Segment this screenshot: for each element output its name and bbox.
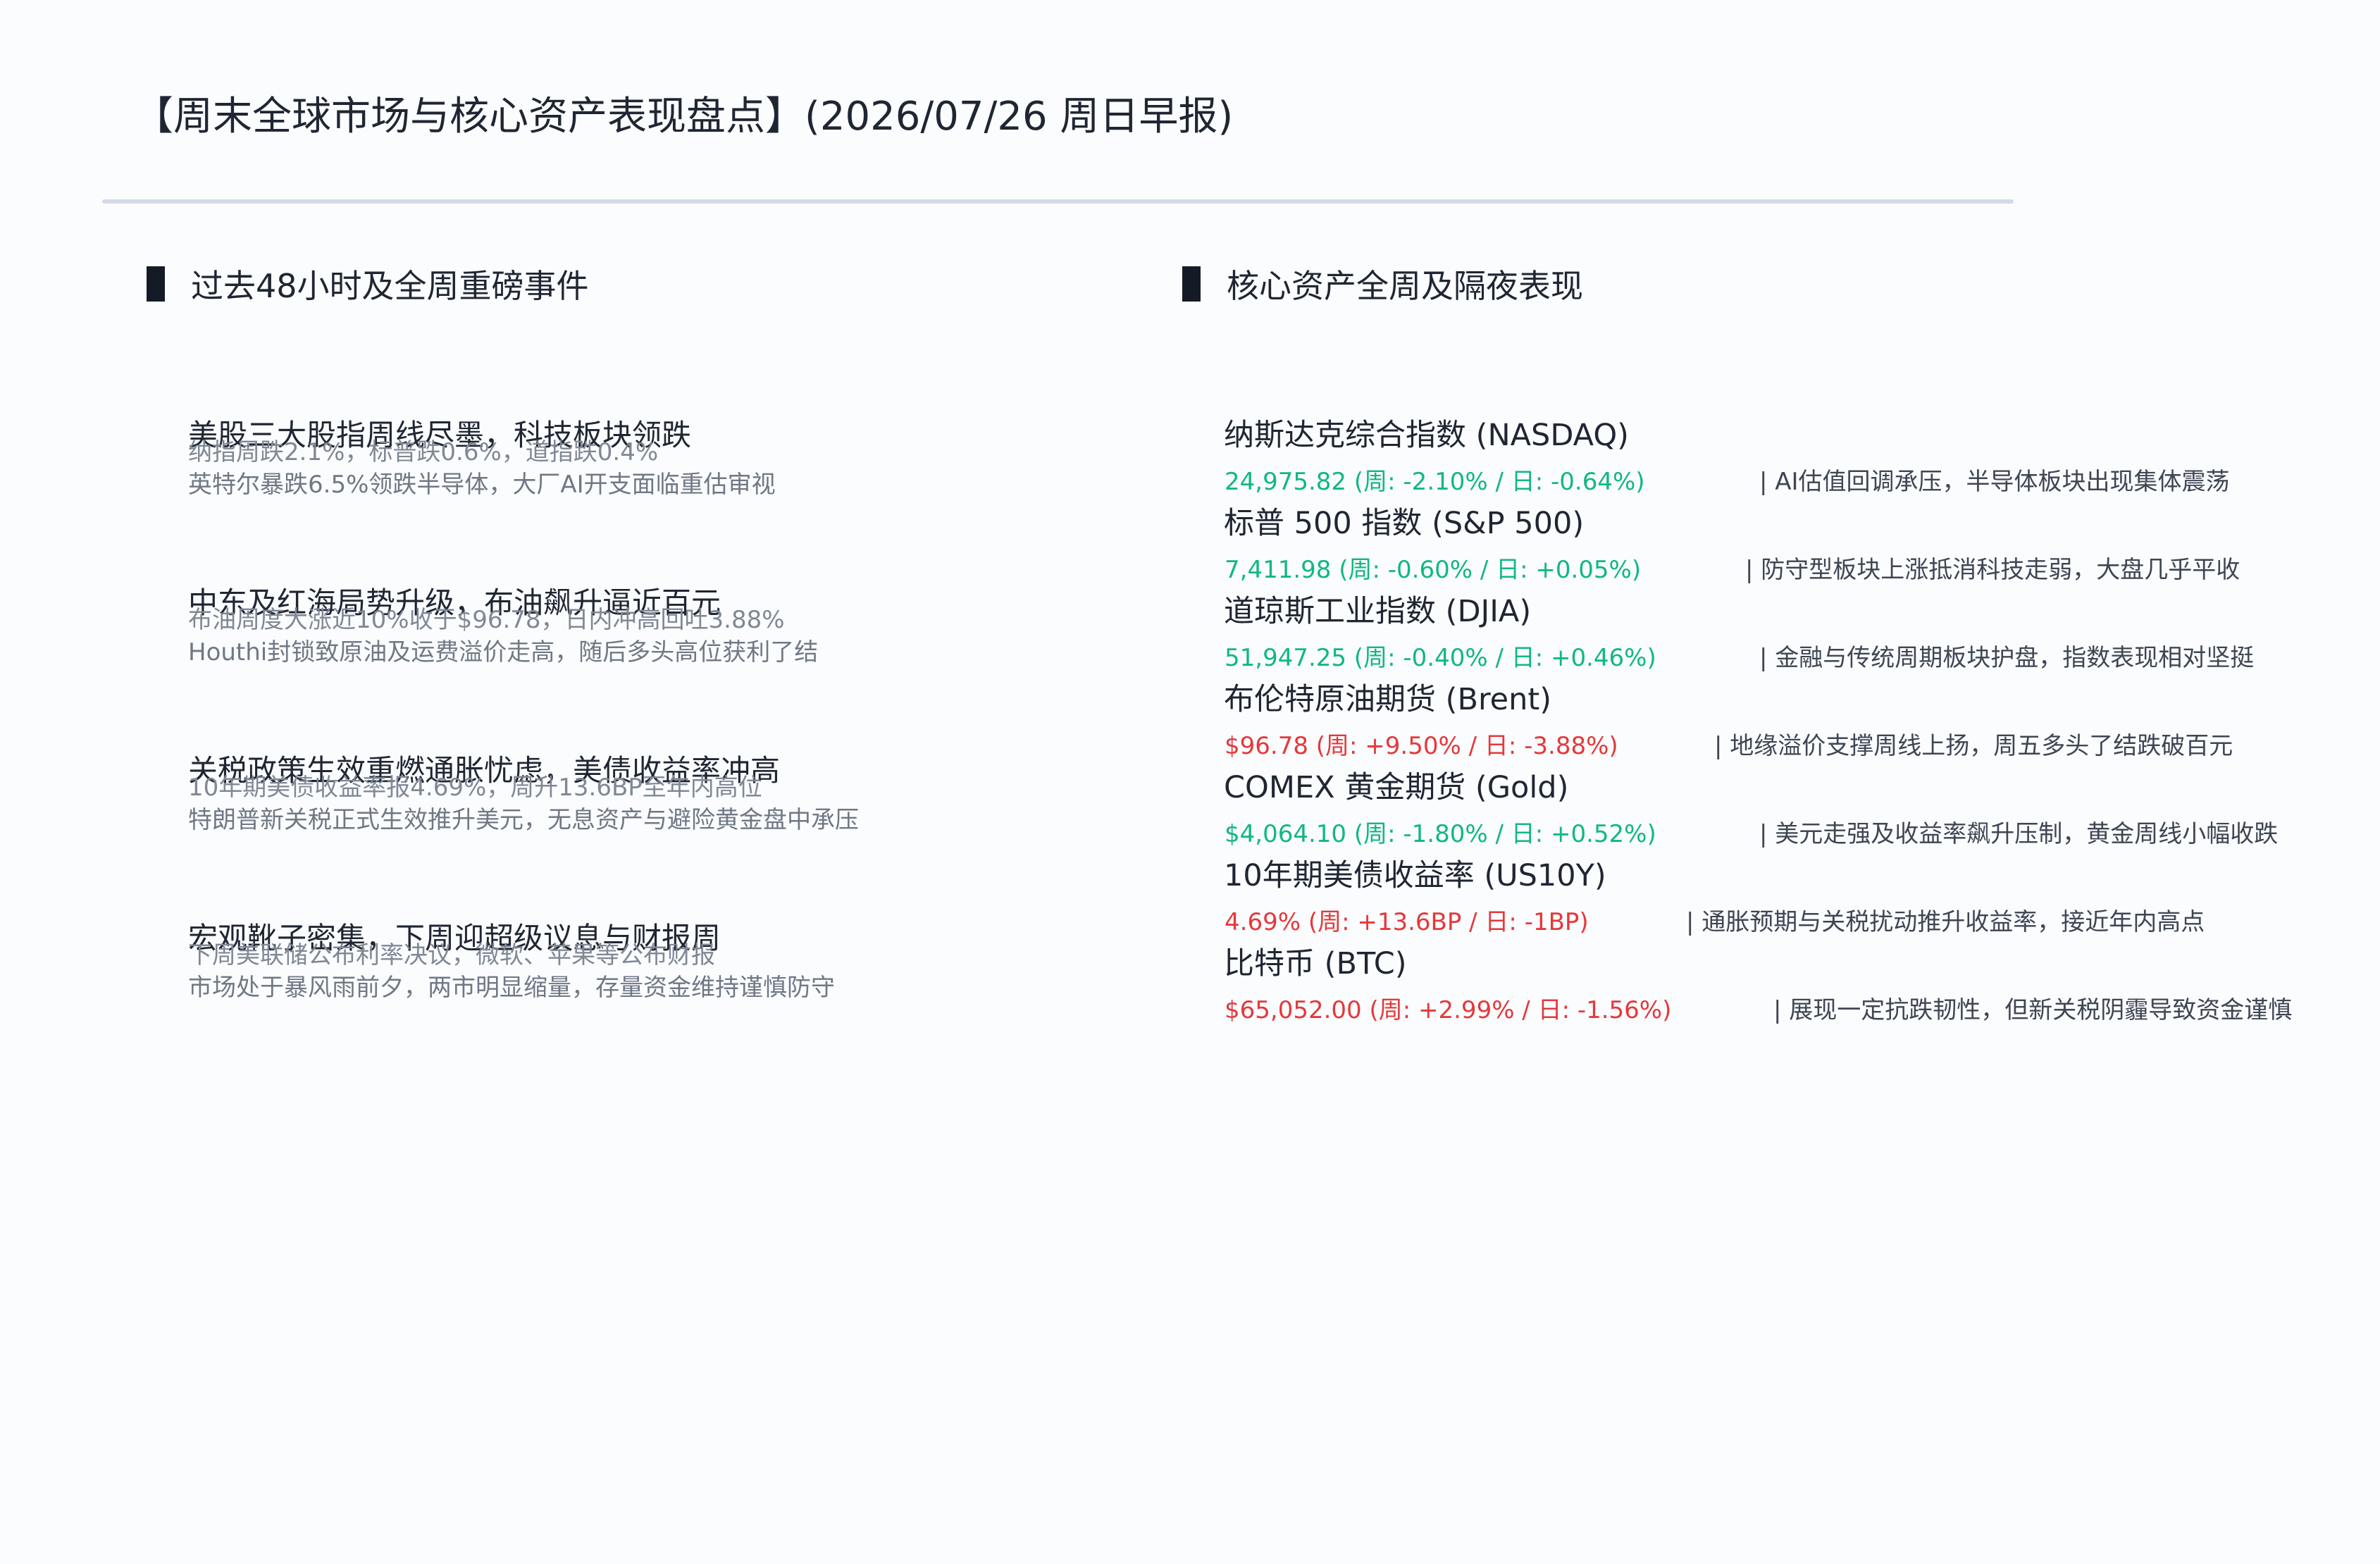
asset-item-us10y: 10年期美债收益率 (US10Y) 4.69% (周: +13.6BP / 日:… — [1224, 855, 2379, 943]
assets-heading-label: 核心资产全周及隔夜表现 — [1227, 267, 1583, 305]
section-marker — [147, 266, 165, 302]
asset-name: 10年期美债收益率 (US10Y) — [1224, 858, 1606, 893]
asset-item-btc: 比特币 (BTC) $65,052.00 (周: +2.99% / 日: -1.… — [1224, 943, 2379, 1031]
asset-performance: 4.69% (周: +13.6BP / 日: -1BP) — [1225, 908, 1589, 936]
asset-name: 比特币 (BTC) — [1224, 946, 1407, 981]
event-item: 美股三大股指周线尽墨，科技板块领跌 纳指周跌2.1%，标普跌0.6%，道指跌0.… — [188, 418, 1104, 499]
asset-item-djia: 道琼斯工业指数 (DJIA) 51,947.25 (周: -0.40% / 日:… — [1224, 590, 2379, 679]
asset-comment: | 防守型板块上涨抵消科技走弱，大盘几乎平收 — [1745, 556, 2240, 584]
asset-item-sp500: 标普 500 指数 (S&P 500) 7,411.98 (周: -0.60% … — [1224, 502, 2379, 591]
event-summary: 布油周度大涨近10%收于$96.78，日内冲高回吐3.88% — [188, 606, 785, 634]
asset-performance: $65,052.00 (周: +2.99% / 日: -1.56%) — [1225, 996, 1672, 1024]
asset-performance: 24,975.82 (周: -2.10% / 日: -0.64%) — [1225, 468, 1645, 496]
header-divider — [102, 199, 2014, 204]
event-summary: 10年期美债收益率报4.69%，周升13.6BP至年内高位 — [188, 774, 762, 802]
asset-comment: | 通胀预期与关税扰动推升收益率，接近年内高点 — [1686, 908, 2205, 936]
asset-name: COMEX 黄金期货 (Gold) — [1224, 770, 1569, 805]
asset-name: 布伦特原油期货 (Brent) — [1224, 682, 1552, 717]
event-item: 关税政策生效重燃通胀忧虑，美债收益率冲高 10年期美债收益率报4.69%，周升1… — [188, 753, 1104, 834]
asset-performance: 51,947.25 (周: -0.40% / 日: +0.46%) — [1225, 644, 1656, 672]
events-heading-label: 过去48小时及全周重磅事件 — [191, 267, 589, 305]
asset-item-gold: COMEX 黄金期货 (Gold) $4,064.10 (周: -1.80% /… — [1224, 767, 2379, 855]
event-item: 宏观靴子密集，下周迎超级议息与财报周 下周美联储公布利率决议，微软、苹果等公布财… — [188, 921, 1104, 1002]
events-section-heading: 过去48小时及全周重磅事件 — [147, 261, 589, 307]
asset-item-nasdaq: 纳斯达克综合指数 (NASDAQ) 24,975.82 (周: -2.10% /… — [1224, 414, 2379, 503]
event-detail: Houthi封锁致原油及运费溢价走高，随后多头高位获利了结 — [188, 638, 819, 666]
event-detail: 特朗普新关税正式生效推升美元，无息资产与避险黄金盘中承压 — [188, 806, 859, 834]
page-title: 【周末全球市场与核心资产表现盘点】(2026/07/26 周日早报) — [134, 94, 1234, 139]
asset-item-brent: 布伦特原油期货 (Brent) $96.78 (周: +9.50% / 日: -… — [1224, 678, 2379, 767]
assets-section-heading: 核心资产全周及隔夜表现 — [1182, 261, 1583, 307]
event-detail: 英特尔暴跌6.5%领跌半导体，大厂AI开支面临重估审视 — [188, 471, 776, 499]
section-marker — [1182, 266, 1201, 302]
asset-comment: | 展现一定抗跌韧性，但新关税阴霾导致资金谨慎 — [1773, 996, 2293, 1024]
asset-performance: 7,411.98 (周: -0.60% / 日: +0.05%) — [1225, 556, 1642, 584]
asset-comment: | 美元走强及收益率飙升压制，黄金周线小幅收跌 — [1759, 820, 2279, 848]
event-summary: 下周美联储公布利率决议，微软、苹果等公布财报 — [188, 941, 715, 969]
asset-name: 标普 500 指数 (S&P 500) — [1224, 506, 1585, 541]
asset-comment: | 地缘溢价支撑周线上扬，周五多头了结跌破百元 — [1714, 732, 2233, 760]
asset-name: 道琼斯工业指数 (DJIA) — [1224, 594, 1532, 629]
asset-comment: | AI估值回调承压，半导体板块出现集体震荡 — [1759, 468, 2230, 496]
event-detail: 市场处于暴风雨前夕，两市明显缩量，存量资金维持谨慎防守 — [188, 974, 835, 1002]
event-summary: 纳指周跌2.1%，标普跌0.6%，道指跌0.4% — [188, 438, 659, 466]
event-item: 中东及红海局势升级，布油飙升逼近百元 布油周度大涨近10%收于$96.78，日内… — [188, 585, 1104, 666]
asset-comment: | 金融与传统周期板块护盘，指数表现相对坚挺 — [1759, 644, 2255, 672]
asset-name: 纳斯达克综合指数 (NASDAQ) — [1224, 418, 1629, 453]
asset-performance: $4,064.10 (周: -1.80% / 日: +0.52%) — [1225, 820, 1656, 848]
asset-performance: $96.78 (周: +9.50% / 日: -3.88%) — [1225, 732, 1618, 760]
